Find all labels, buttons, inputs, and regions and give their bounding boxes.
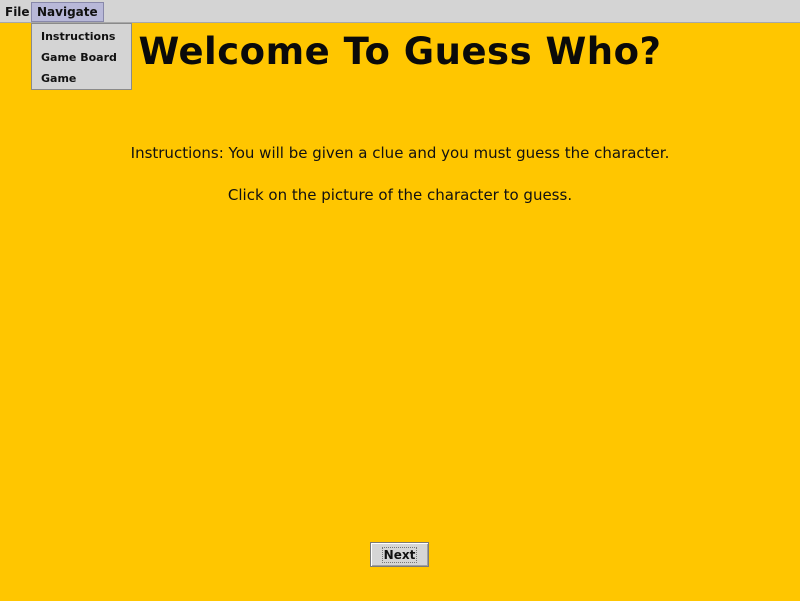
navigate-dropdown-menu: Instructions Game Board Game [31,23,132,90]
menu-item-game[interactable]: Game [41,69,76,89]
instructions-text: Instructions: You will be given a clue a… [130,144,670,162]
menu-bar: File Navigate [0,0,800,23]
menu-navigate[interactable]: Navigate [31,2,104,22]
guess-hint-text: Click on the picture of the character to… [227,186,573,204]
menu-item-instructions[interactable]: Instructions [41,27,115,47]
menu-item-game-board[interactable]: Game Board [41,48,117,68]
next-button-label: Next [381,546,418,563]
menu-file[interactable]: File [0,2,35,22]
next-button[interactable]: Next [370,542,429,567]
